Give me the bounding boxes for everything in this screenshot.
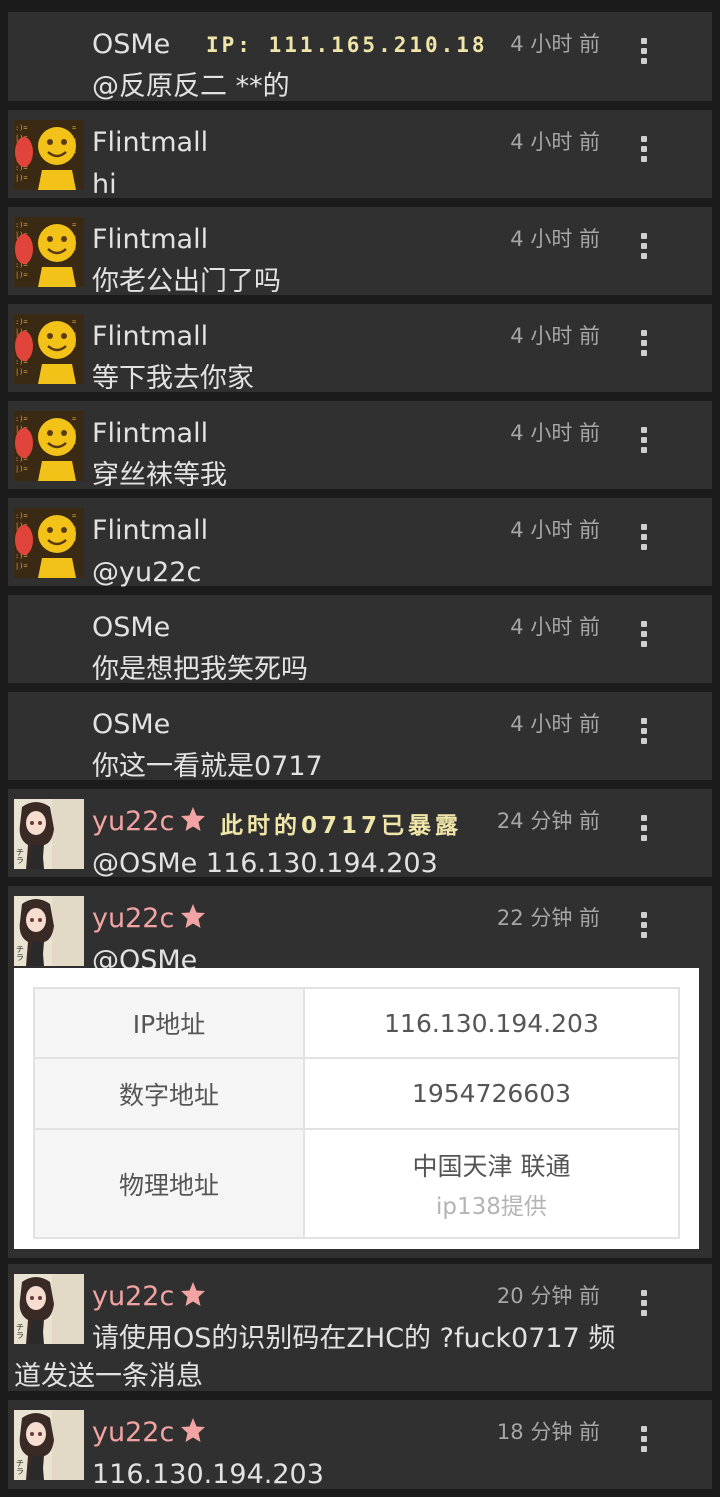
avatar[interactable] [14,508,84,578]
username[interactable]: Flintmall [92,321,208,353]
avatar[interactable] [14,217,84,287]
more-vert-icon[interactable] [637,136,651,166]
timestamp: 24 分钟 前 [496,809,600,833]
username[interactable]: OSMe [92,612,170,644]
timestamp: 20 分钟 前 [496,1284,600,1308]
timestamp: 4 小时 前 [510,32,600,56]
timestamp: 4 小时 前 [510,712,600,736]
chat-message: yu22c 22 分钟 前 @OSMe IP地址 116.130.194.203… [8,886,712,1258]
table-row: IP地址 116.130.194.203 [33,987,680,1059]
username[interactable]: yu22c [92,806,206,838]
timestamp: 4 小时 前 [510,227,600,251]
table-cell-value: 116.130.194.203 [303,987,680,1059]
chat-message: OSMe IP: 111.165.210.18 4 小时 前 @反原反二 **的 [8,12,712,102]
message-text: 请使用OS的识别码在ZHC的 ?fuck0717 频道发送一条消息 [14,1323,616,1392]
more-vert-icon[interactable] [637,38,651,68]
username[interactable]: yu22c [92,1417,206,1449]
username[interactable]: OSMe [92,709,170,741]
star-icon [181,904,206,928]
message-text: 你是想把我笑死吗 [92,654,308,685]
message-text: 116.130.194.203 [92,1459,324,1490]
avatar[interactable] [14,799,84,869]
more-vert-icon[interactable] [637,718,651,748]
chat-message: Flintmall 4 小时 前 穿丝袜等我 [8,401,712,491]
timestamp: 4 小时 前 [510,130,600,154]
more-vert-icon[interactable] [637,427,651,457]
more-vert-icon[interactable] [637,1290,651,1320]
ip-info-card: IP地址 116.130.194.203 数字地址 1954726603 物理地… [14,968,699,1249]
mention[interactable]: @OSMe [92,848,197,879]
chat-message: OSMe 4 小时 前 你是想把我笑死吗 [8,595,712,685]
timestamp: 18 分钟 前 [496,1420,600,1444]
more-vert-icon[interactable] [637,1426,651,1456]
username[interactable]: Flintmall [92,127,208,159]
table-cell-label: 物理地址 [33,1128,305,1239]
timestamp: 4 小时 前 [510,518,600,542]
chat-message: Flintmall 4 小时 前 你老公出门了吗 [8,207,712,297]
highlight-note: 此时的0717已暴露 [220,813,463,839]
table-cell-value: 中国天津 联通 ip138提供 [303,1128,680,1239]
table-cell-label: 数字地址 [33,1057,305,1130]
chat-message: Flintmall 4 小时 前 hi [8,110,712,200]
avatar[interactable] [14,314,84,384]
more-vert-icon[interactable] [637,524,651,554]
ip-label: IP: 111.165.210.18 [206,33,488,57]
table-cell-label: IP地址 [33,987,305,1059]
timestamp: 4 小时 前 [510,421,600,445]
star-icon [181,1418,206,1442]
chat-message: yu22c 20 分钟 前 请使用OS的识别码在ZHC的 ?fuck0717 频… [8,1264,712,1392]
username[interactable]: Flintmall [92,418,208,450]
table-cell-value: 1954726603 [303,1057,680,1130]
message-text: 穿丝袜等我 [92,460,227,491]
more-vert-icon[interactable] [637,233,651,263]
chat-message: yu22c 18 分钟 前 116.130.194.203 [8,1400,712,1490]
ip-info-table: IP地址 116.130.194.203 数字地址 1954726603 物理地… [33,987,680,1239]
timestamp: 4 小时 前 [510,615,600,639]
username[interactable]: OSMe [92,29,170,61]
username[interactable]: Flintmall [92,515,208,547]
chat-message: Flintmall 4 小时 前 等下我去你家 [8,304,712,394]
more-vert-icon[interactable] [637,621,651,651]
chat-message: OSMe 4 小时 前 你这一看就是0717 [8,692,712,782]
message-text: @yu22c [92,557,202,588]
timestamp: 4 小时 前 [510,324,600,348]
avatar[interactable] [14,120,84,190]
timestamp: 22 分钟 前 [496,906,600,930]
chat-message: yu22c 此时的0717已暴露 24 分钟 前 @OSMe 116.130.1… [8,789,712,879]
more-vert-icon[interactable] [637,815,651,845]
username[interactable]: Flintmall [92,224,208,256]
message-text: @OSMe 116.130.194.203 [92,848,438,879]
username[interactable]: yu22c [92,903,206,935]
avatar[interactable] [14,896,84,966]
message-text: @反原反二 **的 [92,71,290,102]
more-vert-icon[interactable] [637,330,651,360]
username[interactable]: yu22c [92,1281,206,1313]
message-text: hi [92,169,117,200]
avatar[interactable] [14,1410,84,1480]
table-row: 物理地址 中国天津 联通 ip138提供 [33,1128,680,1239]
message-text: 你老公出门了吗 [92,266,281,297]
table-row: 数字地址 1954726603 [33,1057,680,1130]
star-icon [181,807,206,831]
source-note: ip138提供 [436,1193,547,1220]
message-text: 你这一看就是0717 [92,751,323,782]
chat-message: Flintmall 4 小时 前 @yu22c [8,498,712,588]
star-icon [181,1282,206,1306]
more-vert-icon[interactable] [637,912,651,942]
message-text: 等下我去你家 [92,363,254,394]
avatar[interactable] [14,411,84,481]
